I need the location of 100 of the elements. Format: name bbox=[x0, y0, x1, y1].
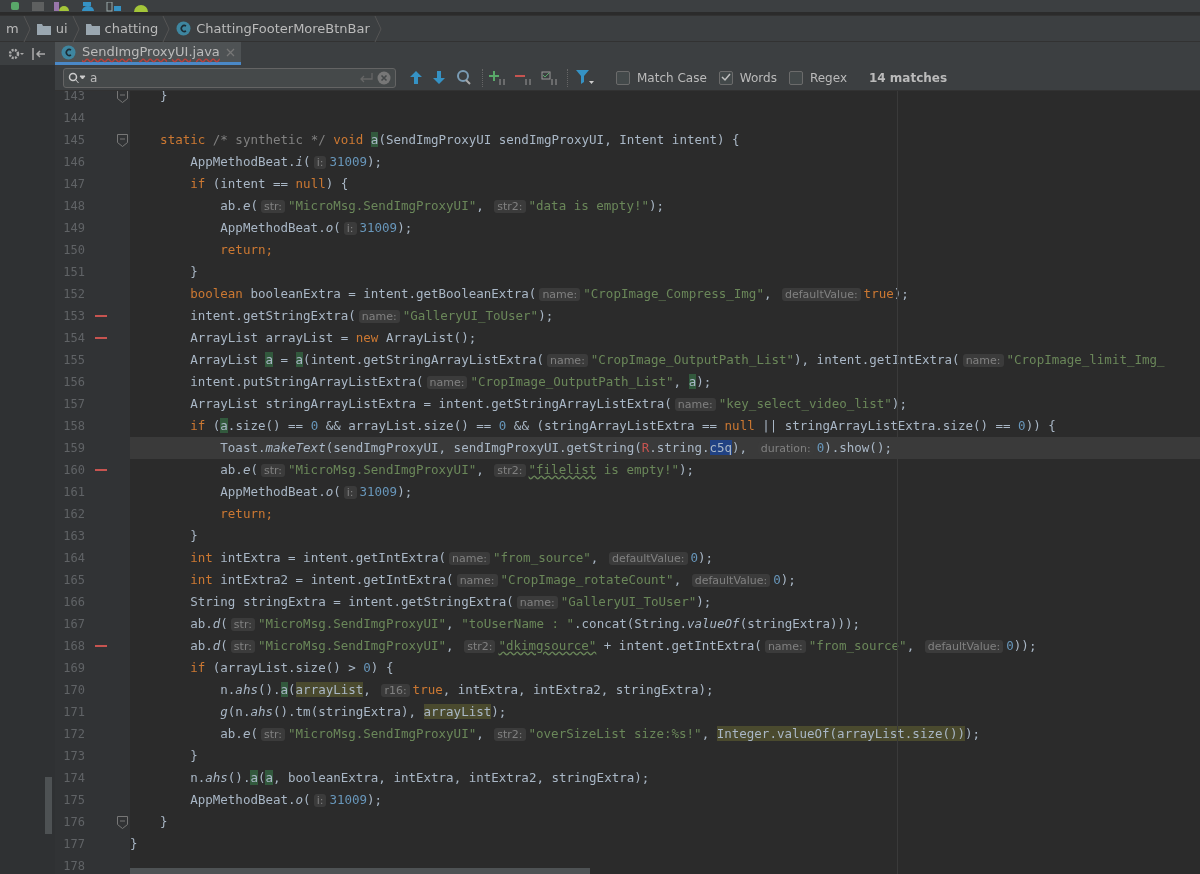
filter-icon[interactable] bbox=[576, 70, 594, 85]
code-text: intExtra2 = intent.getIntExtra( bbox=[219, 571, 454, 587]
code-text: ); bbox=[965, 725, 981, 741]
scrollbar-thumb[interactable] bbox=[45, 777, 52, 834]
arrow-up-icon[interactable] bbox=[410, 71, 422, 84]
file-tab[interactable]: SendImgProxyUI.java bbox=[55, 42, 241, 65]
keyword: static bbox=[159, 131, 207, 147]
code-text: ( bbox=[333, 483, 341, 499]
number-literal: 0 bbox=[1006, 637, 1014, 653]
inlay-hint: name: bbox=[456, 573, 498, 587]
error-marker[interactable] bbox=[95, 315, 107, 317]
collapse-icon[interactable] bbox=[32, 47, 46, 60]
settings-icon[interactable] bbox=[8, 47, 24, 60]
inlay-hint: name: bbox=[539, 287, 581, 301]
checkbox-label[interactable]: Regex bbox=[809, 68, 847, 87]
code-text: ArrayList arrayList = bbox=[189, 329, 350, 345]
code-text: ); bbox=[696, 373, 712, 389]
keyword: void bbox=[332, 131, 365, 147]
code-text: ); bbox=[367, 153, 383, 169]
breadcrumb-item[interactable]: ChattingFooterMoreBtnBar bbox=[170, 18, 374, 39]
inlay-hint: i: bbox=[343, 221, 357, 235]
code-text: ); bbox=[780, 571, 796, 587]
breadcrumb-item[interactable]: m bbox=[0, 18, 23, 39]
checkbox-label[interactable]: Match Case bbox=[637, 68, 707, 87]
inlay-hint: name: bbox=[449, 551, 490, 565]
code-text: )) { bbox=[1025, 417, 1056, 433]
add-occurrence-icon[interactable] bbox=[489, 70, 507, 85]
class-icon bbox=[61, 44, 76, 60]
code-text: ), intent.getIntExtra( bbox=[794, 351, 960, 367]
code-text: ().tm(stringExtra), bbox=[273, 703, 417, 719]
inlay-hint: defaultValue: bbox=[691, 573, 771, 587]
code-text: ( bbox=[250, 725, 258, 741]
search-match: a bbox=[220, 417, 228, 433]
checkbox[interactable] bbox=[718, 70, 733, 85]
chevron-icon bbox=[162, 15, 171, 42]
fold-icon[interactable] bbox=[117, 133, 128, 147]
search-match: a bbox=[265, 769, 273, 785]
usage-highlight: Integer.valueOf(arrayList.size()) bbox=[716, 725, 966, 741]
clear-icon[interactable] bbox=[377, 70, 391, 85]
inlay-hint: name: bbox=[358, 309, 400, 323]
string-literal: "MicroMsg.SendImgProxyUI" bbox=[288, 725, 477, 741]
string-literal: "from_source" bbox=[493, 549, 591, 565]
error-marker[interactable] bbox=[95, 645, 107, 647]
string-literal: "filelist bbox=[528, 461, 597, 477]
stop-icon[interactable] bbox=[32, 2, 44, 12]
inlay-hint: str2: bbox=[494, 727, 526, 741]
code-text: ); bbox=[696, 593, 712, 609]
code-text: (intent == bbox=[211, 175, 290, 191]
search-match: a bbox=[688, 373, 697, 389]
code-text: , bbox=[446, 615, 455, 631]
inlay-hint: str2: bbox=[494, 199, 526, 213]
error-marker[interactable] bbox=[95, 337, 107, 339]
number-literal: 0 bbox=[1018, 417, 1026, 433]
close-icon[interactable] bbox=[225, 47, 235, 57]
code-text: && (stringArrayListExtra == bbox=[512, 417, 719, 433]
search-field[interactable]: a bbox=[63, 67, 396, 88]
code-text: ), bbox=[732, 439, 749, 455]
code-text: d bbox=[212, 615, 221, 631]
inlay-hint: str2: bbox=[494, 463, 526, 477]
number-literal: 0 bbox=[690, 549, 699, 565]
checkbox-label[interactable]: Words bbox=[739, 68, 777, 87]
number-literal: 0 bbox=[773, 571, 781, 587]
fold-icon[interactable] bbox=[117, 815, 128, 829]
checkbox[interactable] bbox=[788, 70, 803, 85]
code-text: , bbox=[906, 637, 916, 653]
layout-icon[interactable] bbox=[106, 2, 122, 12]
folder-icon bbox=[85, 22, 100, 35]
code-text: ) { bbox=[325, 175, 349, 191]
inlay-hint: i: bbox=[313, 793, 327, 807]
code-text: ); bbox=[397, 219, 413, 235]
search-match: a bbox=[295, 351, 304, 367]
string-literal: "GalleryUI_ToUser" bbox=[560, 593, 697, 609]
code-text: ); bbox=[397, 483, 413, 499]
string-literal: "GalleryUI_ToUser" bbox=[402, 307, 539, 323]
fold-icon[interactable] bbox=[117, 91, 128, 103]
inlay-hint: defaultValue: bbox=[782, 287, 861, 301]
code-text: , bbox=[673, 571, 683, 587]
select-all-icon[interactable] bbox=[541, 70, 559, 85]
horizontal-scrollbar[interactable] bbox=[130, 868, 590, 874]
breadcrumb-item[interactable]: ui bbox=[30, 18, 72, 39]
find-all-icon[interactable] bbox=[456, 70, 472, 85]
code-text: (stringExtra))); bbox=[739, 615, 861, 631]
code-text: ); bbox=[891, 395, 907, 411]
code-text: = bbox=[279, 351, 290, 367]
usage-highlight: arrayList bbox=[295, 681, 364, 697]
class-icon bbox=[176, 21, 192, 36]
search-query: a bbox=[90, 69, 98, 87]
breadcrumb-item[interactable]: chatting bbox=[79, 18, 163, 39]
error-marker[interactable] bbox=[95, 469, 107, 471]
keyword: true bbox=[863, 285, 894, 301]
code-text: )); bbox=[1013, 637, 1037, 653]
code-text: ); bbox=[491, 703, 507, 719]
arrow-down-icon[interactable] bbox=[433, 71, 445, 84]
search-match: a bbox=[250, 769, 258, 785]
checkbox[interactable] bbox=[616, 70, 630, 85]
string-literal: "CropImage_Compress_Img" bbox=[583, 285, 764, 301]
inlay-hint: name: bbox=[764, 639, 806, 653]
code-text: } bbox=[189, 263, 198, 279]
code-text: ahs bbox=[235, 681, 258, 697]
search-icon[interactable] bbox=[68, 71, 86, 84]
